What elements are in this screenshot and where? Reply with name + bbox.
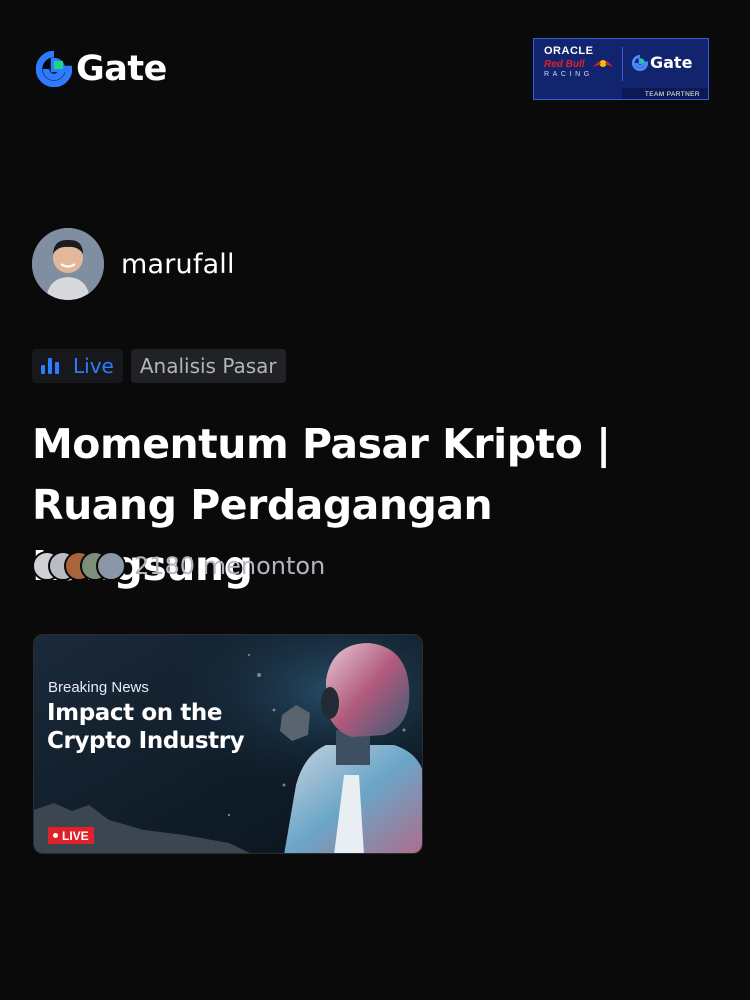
stream-tags: Live Analisis Pasar — [32, 349, 286, 383]
redbull-wordmark: Red Bull — [544, 59, 585, 70]
thumbnail-headline: Impact on the Crypto Industry — [47, 700, 245, 754]
viewer-count: 2180 menonton — [134, 552, 326, 580]
stream-thumbnail[interactable]: Breaking News Impact on the Crypto Indus… — [33, 634, 423, 854]
bull-icon — [593, 60, 613, 67]
live-dot-icon — [53, 833, 58, 838]
avatar-portrait-icon — [32, 228, 104, 300]
live-tag: Live — [32, 349, 123, 383]
gate-logo[interactable]: Gate — [36, 50, 167, 88]
category-tag-label: Analisis Pasar — [139, 354, 277, 378]
live-badge-label: LIVE — [62, 828, 89, 843]
gate-logo-icon — [632, 54, 648, 71]
author-username[interactable]: marufall — [121, 249, 235, 280]
partner-gate-text: Gate — [650, 53, 693, 72]
team-partner-label: TEAM PARTNER — [644, 91, 700, 98]
live-bars-icon — [41, 358, 62, 374]
category-tag[interactable]: Analisis Pasar — [130, 349, 286, 383]
viewer-avatar — [96, 551, 126, 581]
viewers-row: 2180 menonton — [32, 551, 325, 581]
partner-gate-logo: Gate — [632, 53, 692, 72]
racing-wordmark: RACING — [544, 71, 593, 78]
badge-divider — [622, 47, 623, 81]
author-row[interactable]: marufall — [32, 228, 235, 300]
viewer-avatars — [32, 551, 126, 581]
user-avatar[interactable] — [32, 228, 104, 300]
gate-logo-text: Gate — [76, 49, 167, 89]
thumbnail-kicker: Breaking News — [48, 679, 149, 696]
oracle-wordmark: ORACLE — [544, 45, 594, 57]
gate-logo-icon — [36, 51, 72, 87]
live-tag-label: Live — [73, 354, 114, 378]
team-partner-badge: ORACLE Red Bull RACING Gate TEAM PARTNER — [533, 38, 709, 100]
live-badge: LIVE — [48, 827, 94, 844]
